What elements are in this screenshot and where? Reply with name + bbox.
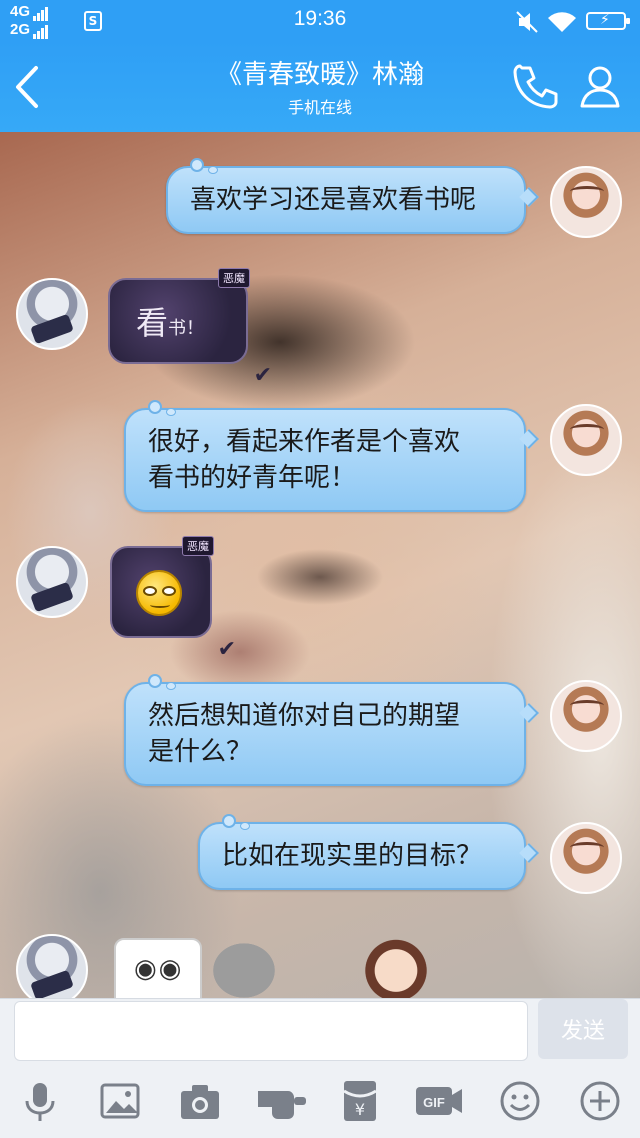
message-text: 看书！ — [136, 298, 204, 344]
camera-icon[interactable] — [178, 1079, 222, 1123]
chat-message-list[interactable]: 喜欢学习还是喜欢看书呢 恶魔 看书！ ✔ 很好，看起来作者是个喜欢 看书的好青年… — [0, 132, 640, 998]
emoji-mouth — [150, 602, 170, 608]
bubble-tail — [519, 187, 539, 207]
bubble-theme-badge: 恶魔 — [218, 268, 250, 288]
send-button[interactable]: 发送 — [538, 999, 628, 1059]
meme-face-sticker[interactable] — [114, 938, 202, 998]
phone-icon[interactable] — [512, 62, 560, 110]
clock: 19:36 — [293, 7, 347, 30]
bubble-tail — [519, 703, 539, 723]
image-icon[interactable] — [98, 1079, 142, 1123]
bubble-theme-badge: 恶魔 — [182, 536, 214, 556]
bubble-decoration-icon — [222, 814, 250, 830]
poke-hand-icon[interactable] — [256, 1079, 308, 1123]
red-packet-icon[interactable]: ¥ — [338, 1079, 382, 1123]
bubble-tail-decoration-icon: ✔ — [217, 637, 236, 662]
avatar-self[interactable] — [550, 166, 622, 238]
avatar-self[interactable] — [550, 680, 622, 752]
bubble-tail — [519, 429, 539, 449]
message-text: 喜欢学习还是喜欢看书呢 — [190, 185, 477, 215]
avatar-contact[interactable] — [16, 546, 88, 618]
mute-icon — [516, 11, 538, 33]
plus-icon[interactable] — [578, 1079, 622, 1123]
bubble-tail — [519, 843, 539, 863]
bubble-decoration-icon — [148, 400, 176, 416]
avatar-self[interactable] — [550, 404, 622, 476]
microphone-icon[interactable] — [18, 1079, 62, 1123]
message-text-line: 是什么？ — [148, 737, 253, 767]
emoji-icon[interactable] — [498, 1079, 542, 1123]
message-bubble-outgoing[interactable]: 然后想知道你对自己的期望 是什么？ — [124, 674, 539, 786]
bubble-tail-decoration-icon: ✔ — [253, 363, 272, 388]
bubble-decoration-icon — [148, 674, 176, 690]
message-text-line: 然后想知道你对自己的期望 — [148, 701, 461, 731]
avatar-contact[interactable] — [16, 278, 88, 350]
input-toolbar: ¥ GIF — [0, 1079, 640, 1129]
cartoon-girl-sticker[interactable] — [352, 932, 440, 998]
wifi-icon — [548, 12, 576, 32]
svg-text:¥: ¥ — [355, 1100, 365, 1119]
message-bubble-outgoing[interactable]: 很好，看起来作者是个喜欢 看书的好青年呢！ — [124, 400, 539, 512]
chat-header: 《青春致暖》林瀚 手机在线 — [0, 42, 640, 132]
status-bar: 4G 2G S 19:36 ⚡ — [0, 0, 640, 42]
avatar-contact[interactable] — [16, 934, 88, 998]
message-bubble-outgoing[interactable]: 喜欢学习还是喜欢看书呢 — [166, 158, 539, 234]
message-bubble-incoming[interactable]: 恶魔 ✔ — [110, 536, 236, 662]
message-bubble-incoming[interactable]: 恶魔 看书！ ✔ — [108, 268, 272, 388]
battery-charging-icon: ⚡ — [586, 12, 630, 30]
ghost-sticker[interactable] — [200, 932, 288, 998]
message-text: 比如在现实里的目标？ — [222, 841, 483, 871]
back-button[interactable] — [8, 62, 48, 112]
contact-name[interactable]: 《青春致暖》林瀚 — [120, 58, 520, 92]
bubble-decoration-icon — [190, 158, 218, 174]
message-text-line: 很好，看起来作者是个喜欢 — [148, 427, 461, 457]
person-icon[interactable] — [576, 62, 624, 110]
message-input[interactable] — [14, 1001, 528, 1061]
emoji-eye — [143, 586, 157, 596]
message-bubble-outgoing[interactable]: 比如在现实里的目标？ — [198, 814, 539, 890]
avatar-self[interactable] — [550, 822, 622, 894]
message-text-small: 书！ — [168, 318, 205, 339]
composer: 发送 ¥ GIF — [0, 998, 640, 1138]
gif-icon[interactable]: GIF — [414, 1079, 464, 1123]
message-text-large: 看 — [136, 304, 169, 342]
svg-text:GIF: GIF — [423, 1095, 445, 1110]
message-text-line: 看书的好青年呢！ — [148, 463, 357, 493]
smirk-emoji-icon — [136, 570, 182, 616]
online-status: 手机在线 — [287, 98, 352, 117]
emoji-eye — [162, 586, 176, 596]
